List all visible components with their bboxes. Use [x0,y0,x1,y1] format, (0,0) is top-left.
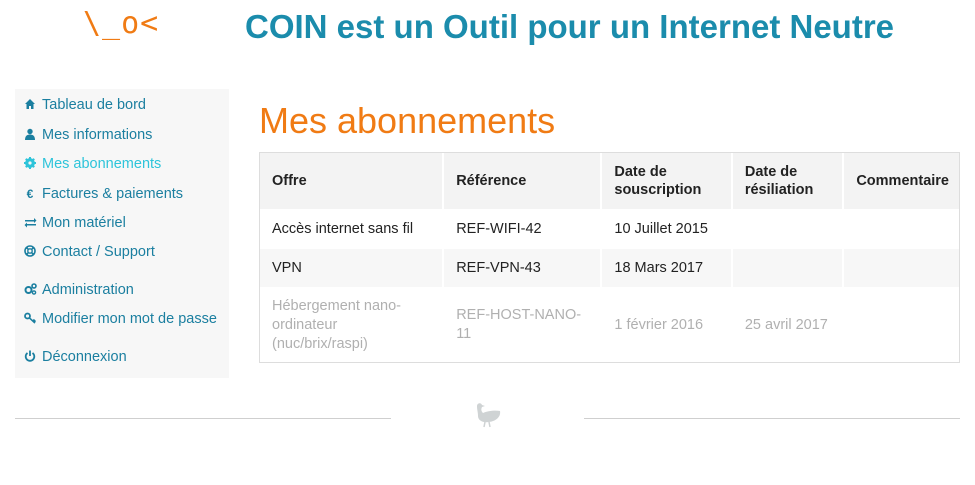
column-header-reference: Référence [444,153,603,209]
sidebar-item-modifier-mot-de-passe[interactable]: Modifier mon mot de passe [23,311,217,327]
cell-commentaire [844,287,959,362]
column-header-date-resiliation: Date de résiliation [732,153,845,209]
cell-reference: REF-WIFI-42 [444,209,603,248]
cell-offre: VPN [260,248,445,287]
cell-date-souscription: 10 Juillet 2015 [602,209,733,248]
gears-icon [23,282,37,298]
cell-date-souscription: 1 février 2016 [602,287,733,362]
table-row: Hébergement nano-ordinateur (nuc/brix/ra… [260,287,959,362]
sidebar-item-deconnexion[interactable]: Déconnexion [23,349,127,365]
sidebar-item-contact-support[interactable]: Contact / Support [23,244,155,260]
sidebar-item-label: Factures & paiements [42,186,184,202]
cell-reference: REF-HOST-NANO-11 [444,287,603,362]
cell-date-resiliation [732,209,845,248]
site-title: COIN est un Outil pour un Internet Neutr… [245,8,895,45]
power-icon [23,350,37,365]
cell-commentaire [844,248,959,287]
sidebar-item-label: Administration [42,282,134,298]
user-icon [23,128,37,143]
sidebar-item-label: Mes abonnements [42,156,162,172]
page-title: Mes abonnements [259,100,556,141]
table-row: Accès internet sans fil REF-WIFI-42 10 J… [260,209,959,248]
sidebar-item-factures-paiements[interactable]: € Factures & paiements [23,186,183,202]
euro-icon: € [26,187,34,201]
sidebar-item-label: Modifier mon mot de passe [42,311,217,327]
sidebar-item-label: Mon matériel [42,215,126,231]
sidebar-item-mes-informations[interactable]: Mes informations [23,127,152,143]
sidebar-item-administration[interactable]: Administration [23,282,134,298]
exchange-icon [23,216,37,231]
cell-date-souscription: 18 Mars 2017 [602,248,733,287]
cell-offre: Accès internet sans fil [260,209,445,248]
cell-date-resiliation [732,248,845,287]
key-icon [23,312,37,327]
sidebar-nav: Tableau de bord Mes informations Mes abo… [15,89,229,378]
lifebuoy-icon [23,244,37,260]
sidebar-item-label: Mes informations [42,127,153,143]
column-header-commentaire: Commentaire [844,153,959,209]
sidebar-item-mon-materiel[interactable]: Mon matériel [23,215,126,231]
footer-divider-right [584,418,960,419]
sidebar-item-label: Tableau de bord [42,97,146,113]
subscriptions-table: Offre Référence Date de souscription Dat… [259,152,960,363]
site-logo[interactable]: \_o< [83,6,159,41]
sidebar-item-tableau-de-bord[interactable]: Tableau de bord [23,97,146,113]
table-row: VPN REF-VPN-43 18 Mars 2017 [260,248,959,287]
sidebar-item-label: Déconnexion [42,349,127,365]
table-header-row: Offre Référence Date de souscription Dat… [260,153,959,209]
cell-offre: Hébergement nano-ordinateur (nuc/brix/ra… [260,287,445,362]
cell-date-resiliation: 25 avril 2017 [732,287,845,362]
column-header-offre: Offre [260,153,445,209]
home-icon [23,98,37,113]
gear-icon [23,156,37,172]
cell-commentaire [844,209,959,248]
sidebar-item-mes-abonnements[interactable]: Mes abonnements [23,156,161,172]
footer-divider-left [15,418,391,419]
duck-icon [471,402,503,433]
cell-reference: REF-VPN-43 [444,248,603,287]
sidebar-item-label: Contact / Support [42,244,155,260]
column-header-date-souscription: Date de souscription [602,153,733,209]
